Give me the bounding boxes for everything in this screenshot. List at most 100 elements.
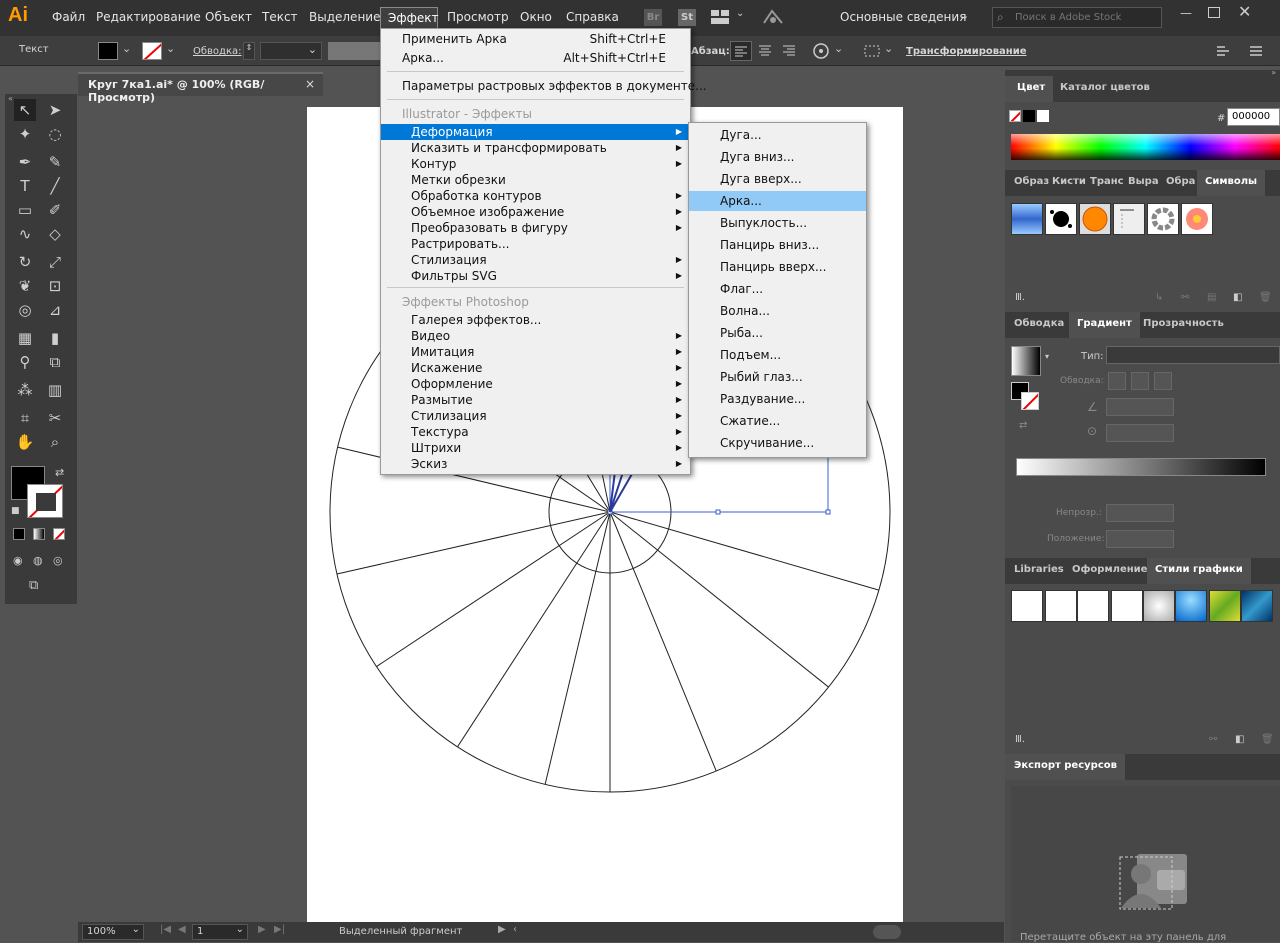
- warp-menu-item[interactable]: Волна...: [689, 301, 866, 321]
- close-window-button[interactable]: ✕: [1238, 2, 1251, 21]
- style-no-stroke[interactable]: [1045, 590, 1077, 622]
- ill-menu-item[interactable]: Обработка контуров ▶: [381, 188, 690, 204]
- fill-swatch[interactable]: [98, 42, 118, 60]
- stock-search-box[interactable]: ⌕: [992, 7, 1162, 28]
- horizontal-scrollbar-thumb[interactable]: [873, 925, 901, 939]
- symbol-ring[interactable]: [1147, 203, 1179, 235]
- ill-menu-item[interactable]: Исказить и трансформировать ▶: [381, 140, 690, 156]
- recolor-artwork-icon[interactable]: [812, 42, 830, 60]
- stroke-gradient-across-icon[interactable]: [1154, 372, 1172, 390]
- gradient-tool-icon[interactable]: ▮: [44, 327, 66, 349]
- shaper-tool-icon[interactable]: ∿: [14, 223, 36, 245]
- lasso-tool-icon[interactable]: ◌: [44, 123, 66, 145]
- chevron-down-icon[interactable]: ⌄: [834, 42, 843, 55]
- warp-menu-item[interactable]: Сжатие...: [689, 411, 866, 431]
- style-default[interactable]: [1011, 590, 1043, 622]
- tab-asset-export[interactable]: Экспорт ресурсов: [1005, 754, 1125, 780]
- symbol-sprayer-tool-icon[interactable]: ⁂: [14, 379, 36, 401]
- arrange-documents-icon[interactable]: [711, 10, 729, 24]
- ill-menu-item[interactable]: Стилизация ▶: [381, 252, 690, 268]
- menu-object[interactable]: Объект: [205, 10, 252, 24]
- warp-menu-item[interactable]: Рыба...: [689, 323, 866, 343]
- symbol-orange-button[interactable]: [1079, 203, 1111, 235]
- next-artboard-icon[interactable]: ▶: [258, 924, 266, 935]
- menu-view[interactable]: Просмотр: [447, 10, 509, 24]
- color-spectrum[interactable]: [1011, 134, 1280, 160]
- warp-tool-icon[interactable]: ❦: [14, 275, 36, 297]
- gradient-angle-select[interactable]: [1106, 398, 1174, 416]
- tab-appearance[interactable]: Оформление: [1072, 564, 1147, 575]
- stroke-swatch[interactable]: [142, 42, 162, 60]
- chevron-down-icon[interactable]: ⌄: [166, 42, 175, 55]
- tab-transform[interactable]: Транс: [1090, 176, 1124, 187]
- warp-menu-item[interactable]: Арка...: [689, 191, 866, 211]
- tab-gradient[interactable]: Градиент: [1069, 312, 1140, 338]
- style-soft-edge[interactable]: [1143, 590, 1175, 622]
- panel-menu-icon[interactable]: [1248, 44, 1264, 58]
- ill-menu-item[interactable]: Фильтры SVG ▶: [381, 268, 690, 284]
- symbol-library-icon[interactable]: Ⅲ.: [1015, 292, 1025, 303]
- color-mode-icon[interactable]: [13, 528, 25, 540]
- ps-menu-item[interactable]: Галерея эффектов...: [381, 312, 690, 328]
- warp-menu-item[interactable]: Выпуклость...: [689, 213, 866, 233]
- warp-menu-item[interactable]: Подъем...: [689, 345, 866, 365]
- draw-inside-icon[interactable]: ◎: [53, 554, 63, 567]
- close-tab-button[interactable]: ×: [305, 77, 315, 91]
- perspective-grid-tool-icon[interactable]: ⊿: [44, 299, 66, 321]
- warp-menu-item[interactable]: Скручивание...: [689, 433, 866, 453]
- ill-menu-item[interactable]: Метки обрезки: [381, 172, 690, 188]
- symbol-flower[interactable]: [1181, 203, 1213, 235]
- stroke-gradient-along-icon[interactable]: [1131, 372, 1149, 390]
- menu-select[interactable]: Выделение: [309, 10, 380, 24]
- none-mode-icon[interactable]: [53, 528, 65, 540]
- ill-menu-item[interactable]: Объемное изображение ▶: [381, 204, 690, 220]
- tab-libraries[interactable]: Libraries: [1014, 564, 1064, 575]
- draw-behind-icon[interactable]: ◍: [33, 554, 43, 567]
- reverse-gradient-icon[interactable]: ⇄: [1019, 420, 1027, 431]
- gradient-stroke-swatch[interactable]: [1021, 392, 1039, 410]
- status-menu-icon[interactable]: ▶: [498, 924, 506, 935]
- tab-pathfinder[interactable]: Обра: [1166, 176, 1195, 187]
- style-drop-shadow[interactable]: [1111, 590, 1143, 622]
- eyedropper-tool-icon[interactable]: ⚲: [14, 351, 36, 373]
- isolate-icon[interactable]: [1215, 44, 1231, 58]
- gradient-slider[interactable]: [1016, 458, 1266, 476]
- variable-width-profile[interactable]: [328, 42, 380, 60]
- warp-menu-item[interactable]: Дуга вверх...: [689, 169, 866, 189]
- warp-menu-item[interactable]: Панцирь вниз...: [689, 235, 866, 255]
- tab-color-guide[interactable]: Каталог цветов: [1060, 82, 1150, 93]
- type-tool-icon[interactable]: T: [14, 175, 36, 197]
- align-objects-icon[interactable]: [863, 42, 881, 60]
- symbol-blue-banner[interactable]: [1011, 203, 1043, 235]
- stroke-weight-select[interactable]: ⌄: [260, 42, 322, 60]
- align-left-button[interactable]: [730, 41, 752, 61]
- stroke-gradient-within-icon[interactable]: [1108, 372, 1126, 390]
- place-symbol-icon[interactable]: ↳: [1155, 292, 1163, 303]
- hand-tool-icon[interactable]: ✋: [14, 431, 36, 453]
- ps-menu-item[interactable]: Оформление ▶: [381, 376, 690, 392]
- curvature-tool-icon[interactable]: ✎: [44, 151, 66, 173]
- chevron-down-icon[interactable]: ⌄: [736, 8, 744, 19]
- workspace-switcher[interactable]: Основные сведения: [840, 10, 966, 24]
- warp-menu-item[interactable]: Дуга...: [689, 125, 866, 145]
- last-artboard-icon[interactable]: ▶|: [274, 924, 285, 935]
- scale-tool-icon[interactable]: ⤢: [44, 251, 66, 273]
- menu-raster-settings[interactable]: Параметры растровых эффектов в документе…: [381, 78, 707, 94]
- new-style-icon[interactable]: ◧: [1235, 734, 1244, 745]
- tab-color[interactable]: Цвет: [1005, 76, 1054, 102]
- magic-wand-tool-icon[interactable]: ✦: [14, 123, 36, 145]
- menu-effect[interactable]: Эффект: [380, 7, 439, 29]
- warp-menu-item[interactable]: Раздувание...: [689, 389, 866, 409]
- hex-input[interactable]: 000000: [1227, 108, 1280, 126]
- align-right-button[interactable]: [779, 41, 801, 61]
- delete-style-icon[interactable]: 🗑: [1261, 734, 1274, 745]
- swap-colors-icon[interactable]: ⇄: [55, 466, 64, 479]
- warp-menu-item[interactable]: Дуга вниз...: [689, 147, 866, 167]
- rotate-tool-icon[interactable]: ↻: [14, 251, 36, 273]
- maximize-button[interactable]: [1208, 7, 1220, 18]
- shape-builder-tool-icon[interactable]: ◎: [14, 299, 36, 321]
- gradient-preview[interactable]: [1011, 346, 1041, 376]
- zoom-tool-icon[interactable]: ⌕: [44, 431, 66, 453]
- style-blue-glow[interactable]: [1175, 590, 1207, 622]
- draw-normal-icon[interactable]: ◉: [13, 554, 23, 567]
